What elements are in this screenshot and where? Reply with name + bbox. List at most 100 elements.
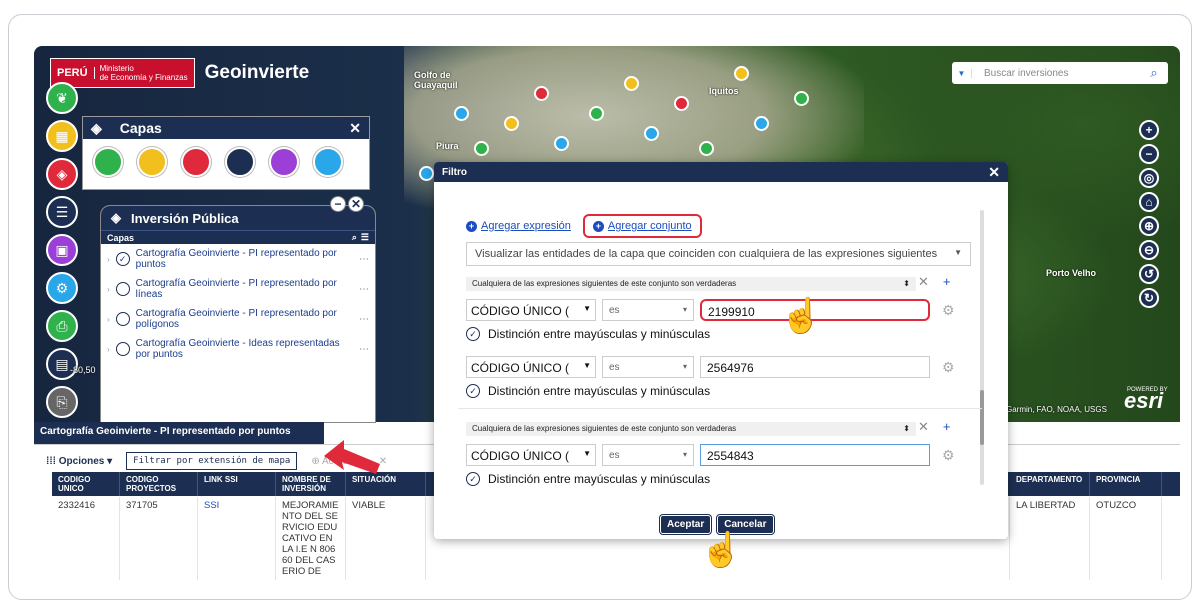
case-sensitive-option[interactable]: ✓ Distinción entre mayúsculas y minúscul… [466, 327, 710, 341]
map-marker[interactable] [474, 141, 489, 156]
refresh-icon[interactable]: ↻ [1139, 288, 1159, 308]
check-circle-icon[interactable]: ✓ [466, 472, 480, 486]
map-marker[interactable] [504, 116, 519, 131]
chevron-down-icon[interactable]: ▼ [952, 68, 972, 78]
operator-select[interactable]: es ▾ [602, 444, 694, 466]
add-expression-link[interactable]: + Agregar expresión [466, 220, 571, 232]
display-mode-select[interactable]: Visualizar las entidades de la capa que … [466, 242, 971, 266]
map-marker[interactable] [794, 91, 809, 106]
map-marker[interactable] [644, 126, 659, 141]
print-icon[interactable]: ⎙ [46, 310, 78, 342]
set-condition-select[interactable]: Cualquiera de las expresiones siguientes… [466, 422, 916, 436]
table-tab[interactable]: Cartografía Geoinvierte - PI representad… [34, 422, 324, 444]
operator-select[interactable]: es ▾ [602, 356, 694, 378]
radio-icon[interactable] [115, 312, 130, 326]
close-icon[interactable]: ✕ [348, 196, 364, 212]
layer-group-red-button[interactable] [181, 147, 211, 177]
layer-group-navy-button[interactable] [225, 147, 255, 177]
zoom-in-magnifier-icon[interactable]: ⊕ [1139, 216, 1159, 236]
layer-item[interactable]: › Cartografía Geoinvierte - PI represent… [101, 274, 375, 304]
layers-icon[interactable]: ◈ [46, 158, 78, 190]
layer-group-purple-button[interactable] [269, 147, 299, 177]
value-input[interactable]: 2564976 [700, 356, 930, 378]
radio-icon[interactable] [115, 282, 130, 296]
layers-green-icon[interactable]: ❦ [46, 82, 78, 114]
close-icon[interactable]: ✕ [349, 120, 361, 137]
map-marker[interactable] [754, 116, 769, 131]
operator-select[interactable]: es ▾ [602, 299, 694, 321]
layer-item[interactable]: › Cartografía Geoinvierte - Ideas repres… [101, 334, 375, 364]
case-sensitive-option[interactable]: ✓ Distinción entre mayúsculas y minúscul… [466, 472, 710, 486]
zoom-in-icon[interactable]: + [1139, 120, 1159, 140]
search-icon[interactable]: ⌕ [352, 232, 357, 243]
remove-set-icon[interactable]: ✕ [918, 274, 929, 290]
layer-group-green-button[interactable] [93, 147, 123, 177]
document-icon[interactable]: ▤ [46, 348, 78, 380]
search-bar[interactable]: ▼ Buscar inversiones ⌕ [952, 62, 1168, 84]
close-icon[interactable]: ✕ [988, 164, 1000, 181]
case-sensitive-option[interactable]: ✓ Distinción entre mayúsculas y minúscul… [466, 384, 710, 398]
options-button[interactable]: ⁞⁞⁞ Opciones ▾ [46, 456, 112, 467]
grid-icon[interactable]: ▣ [46, 234, 78, 266]
report-icon[interactable]: ⎘ [46, 386, 78, 418]
gear-icon[interactable]: ⚙ [942, 302, 955, 319]
layer-group-blue-button[interactable] [313, 147, 343, 177]
minimize-icon[interactable]: − [330, 196, 346, 212]
value-input[interactable]: 2554843 [700, 444, 930, 466]
add-expression-icon[interactable]: + [943, 274, 951, 290]
dialog-scrollbar[interactable] [980, 210, 984, 485]
column-header[interactable]: CODIGO UNICO [52, 472, 120, 496]
chevron-right-icon[interactable]: › [107, 284, 110, 295]
checked-radio-icon[interactable]: ✓ [115, 252, 130, 266]
ssi-link[interactable]: SSI [198, 497, 276, 580]
search-input[interactable]: Buscar inversiones [972, 68, 1140, 79]
column-header[interactable]: PROVINCIA [1090, 472, 1162, 496]
remove-set-icon[interactable]: ✕ [918, 419, 929, 435]
column-header[interactable]: LINK SSI [198, 472, 276, 496]
map-marker[interactable] [454, 106, 469, 121]
more-icon[interactable]: ⋯ [359, 344, 369, 355]
filter-icon[interactable]: ☰ [361, 232, 369, 243]
map-marker[interactable] [624, 76, 639, 91]
layer-group-yellow-button[interactable] [137, 147, 167, 177]
filter-extent-button[interactable]: Filtrar por extensión de mapa [126, 452, 298, 470]
more-icon[interactable]: ⋯ [359, 254, 369, 265]
chevron-right-icon[interactable]: › [107, 344, 110, 355]
field-select[interactable]: CÓDIGO ÚNICO (▼ [466, 356, 596, 378]
rotate-icon[interactable]: ↺ [1139, 264, 1159, 284]
check-circle-icon[interactable]: ✓ [466, 384, 480, 398]
zoom-out-icon[interactable]: − [1139, 144, 1159, 164]
scrollbar-thumb[interactable] [980, 390, 984, 445]
share-icon[interactable]: ⚙ [46, 272, 78, 304]
chevron-right-icon[interactable]: › [107, 314, 110, 325]
map-marker[interactable] [699, 141, 714, 156]
set-condition-select[interactable]: Cualquiera de las expresiones siguientes… [466, 277, 916, 291]
layer-item[interactable]: › ✓ Cartografía Geoinvierte - PI represe… [101, 244, 375, 274]
gear-icon[interactable]: ⚙ [942, 447, 955, 464]
map-marker[interactable] [534, 86, 549, 101]
add-expression-icon[interactable]: + [943, 419, 951, 435]
zoom-out-magnifier-icon[interactable]: ⊖ [1139, 240, 1159, 260]
more-icon[interactable]: ⋯ [359, 314, 369, 325]
map-marker[interactable] [734, 66, 749, 81]
search-icon[interactable]: ⌕ [1140, 65, 1168, 81]
map-marker[interactable] [419, 166, 434, 181]
locate-icon[interactable]: ◎ [1139, 168, 1159, 188]
field-select[interactable]: CÓDIGO ÚNICO (▼ [466, 444, 596, 466]
check-circle-icon[interactable]: ✓ [466, 327, 480, 341]
home-icon[interactable]: ⌂ [1139, 192, 1159, 212]
column-header[interactable]: CODIGO PROYECTOS [120, 472, 198, 496]
map-marker[interactable] [554, 136, 569, 151]
more-icon[interactable]: ⋯ [359, 284, 369, 295]
list-icon[interactable]: ☰ [46, 196, 78, 228]
radio-icon[interactable] [115, 342, 130, 356]
chart-icon[interactable]: ▦ [46, 120, 78, 152]
gear-icon[interactable]: ⚙ [942, 359, 955, 376]
map-marker[interactable] [674, 96, 689, 111]
column-header[interactable]: DEPARTAMENTO [1010, 472, 1090, 496]
chevron-right-icon[interactable]: › [107, 254, 110, 265]
field-select[interactable]: CÓDIGO ÚNICO (▼ [466, 299, 596, 321]
add-set-link[interactable]: + Agregar conjunto [582, 214, 702, 238]
layer-item[interactable]: › Cartografía Geoinvierte - PI represent… [101, 304, 375, 334]
map-marker[interactable] [589, 106, 604, 121]
